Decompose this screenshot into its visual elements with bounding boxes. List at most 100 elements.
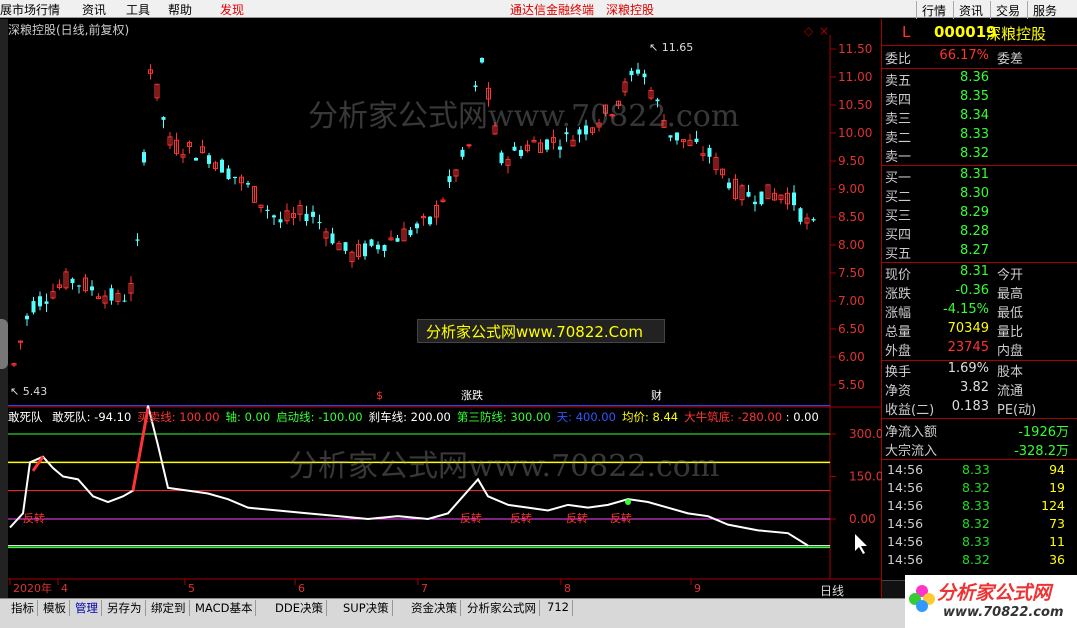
tab-4[interactable]: 绑定到 xyxy=(148,600,190,616)
candle xyxy=(395,234,400,242)
candle xyxy=(720,168,725,179)
candle xyxy=(434,200,439,226)
candle xyxy=(187,140,192,154)
candle xyxy=(369,238,374,248)
candle xyxy=(154,83,160,101)
period-label[interactable]: 日线 xyxy=(820,582,844,599)
menu-help[interactable]: 帮助 xyxy=(168,1,192,18)
chart-area[interactable]: 深粮控股(日线,前复权) 11.50 11.00 10.50 10.00 9.50 9.0… xyxy=(8,19,882,599)
candle xyxy=(746,184,751,198)
quote-row: 卖五 8.36 xyxy=(885,70,989,89)
candle xyxy=(466,143,472,149)
low-label: ↖ 5.43 xyxy=(10,385,47,398)
indicator-item: 均价: 8.44 xyxy=(621,410,679,424)
candle xyxy=(531,136,537,143)
link-stock[interactable]: 深粮控股 xyxy=(606,1,654,18)
quote-row: 收益(二) 0.183 PE(动) xyxy=(885,399,1037,418)
webi-label: 委比 xyxy=(885,52,912,67)
tab-6[interactable]: DDE决策 xyxy=(272,600,327,616)
candle xyxy=(142,149,146,166)
candle xyxy=(207,152,211,169)
candle xyxy=(642,69,647,85)
flag-label: L xyxy=(902,23,911,41)
candle xyxy=(38,291,42,311)
candle xyxy=(778,194,784,204)
flow-row: 大宗流入 -328.2万 xyxy=(885,444,1069,459)
marker-zhangdie: 涨跌 xyxy=(461,388,483,402)
quote-row: 总量 70349 量比 xyxy=(885,321,1024,340)
candle xyxy=(545,138,549,153)
left-collapse-strip[interactable] xyxy=(0,19,8,599)
tab-7[interactable]: SUP决策 xyxy=(340,600,393,616)
candle xyxy=(83,274,88,293)
indicator-item: 第三防线: 300.00 xyxy=(456,410,551,424)
link-terminal[interactable]: 通达信金融终端 xyxy=(510,1,594,18)
indicator-item: 轴: 0.00 xyxy=(225,410,271,424)
candle xyxy=(265,205,270,219)
price-tick: 8.00 xyxy=(838,238,865,252)
flow-row: 净流入额 -1926万 xyxy=(885,425,1069,440)
indicator-name: 敢死队 xyxy=(8,410,43,424)
btn-trade[interactable]: 交易 xyxy=(990,1,1025,19)
candle xyxy=(174,132,179,156)
quote-panel: L 000019 深粮控股 委比 66.17% 委差 卖五 8.36 卖四 8.35 卖… xyxy=(820,19,1077,599)
candle xyxy=(194,157,198,161)
quote-row: 卖二 8.33 xyxy=(885,127,989,146)
candle xyxy=(317,214,322,230)
price-tick: 5.50 xyxy=(838,378,865,392)
candle xyxy=(148,64,153,80)
candle xyxy=(460,147,465,160)
close-icon[interactable]: × xyxy=(819,24,829,38)
candle xyxy=(739,183,745,206)
signal-label: 反转 xyxy=(510,511,532,525)
menu-news[interactable]: 资讯 xyxy=(82,1,106,18)
tab-8[interactable]: 资金决策 xyxy=(408,600,461,616)
candle xyxy=(57,279,62,290)
watermark-indicator: 分析家公式网www.70822.com xyxy=(288,449,720,484)
candle xyxy=(167,131,173,149)
btn-info[interactable]: 资讯 xyxy=(953,1,988,19)
indicator-bar: 敢死队 敢死队: -94.10 买卖线: 100.00 轴: 0.00 启动线: -1… xyxy=(8,409,819,425)
candle xyxy=(109,284,114,305)
menu-discover[interactable]: 发现 xyxy=(220,1,244,18)
tab-0[interactable]: 指标 xyxy=(8,600,38,616)
tab-2[interactable]: 管理 xyxy=(72,600,102,616)
candle xyxy=(447,169,452,188)
candle xyxy=(388,230,394,241)
candle xyxy=(512,142,517,152)
candle xyxy=(233,176,237,185)
menu-market[interactable]: 展市场行情 xyxy=(0,1,60,18)
btn-quotes[interactable]: 行情 xyxy=(916,1,951,19)
diamond-icon[interactable]: ◇ xyxy=(804,24,814,38)
candle xyxy=(772,188,777,201)
site-banner: 分析家公式网www.70822.Com xyxy=(417,319,665,343)
btn-service[interactable]: 服务 xyxy=(1027,1,1062,19)
candle xyxy=(96,292,101,300)
candle xyxy=(128,276,134,302)
candle xyxy=(161,116,166,129)
candle xyxy=(115,289,121,305)
menu-tools[interactable]: 工具 xyxy=(126,1,150,18)
candle xyxy=(44,293,49,313)
date-tick: 9 xyxy=(694,582,701,595)
tab-5[interactable]: MACD基本 xyxy=(192,600,257,616)
logo-line1: 分析家公式网 xyxy=(937,582,1052,604)
stock-name: 深粮控股 xyxy=(986,25,1047,43)
candle xyxy=(135,233,140,247)
quote-row: 现价 8.31 今开 xyxy=(885,264,1024,283)
candle xyxy=(499,150,504,166)
candle xyxy=(349,250,355,268)
tab-1[interactable]: 模板 xyxy=(40,600,70,616)
tab-3[interactable]: 另存为 xyxy=(104,600,146,616)
collapse-handle[interactable] xyxy=(0,319,8,369)
candle xyxy=(811,217,816,222)
marker-dollar: $ xyxy=(376,389,383,402)
tab-10[interactable]: 712 xyxy=(544,600,573,616)
quote-row: 买四 8.28 xyxy=(885,224,989,243)
tab-9[interactable]: 分析家公式网 xyxy=(464,600,540,616)
quote-row: 换手 1.69% 股本 xyxy=(885,361,1024,380)
price-tick: 10.00 xyxy=(838,126,872,140)
candle xyxy=(297,200,303,222)
candle xyxy=(180,148,186,164)
candle xyxy=(785,187,790,210)
